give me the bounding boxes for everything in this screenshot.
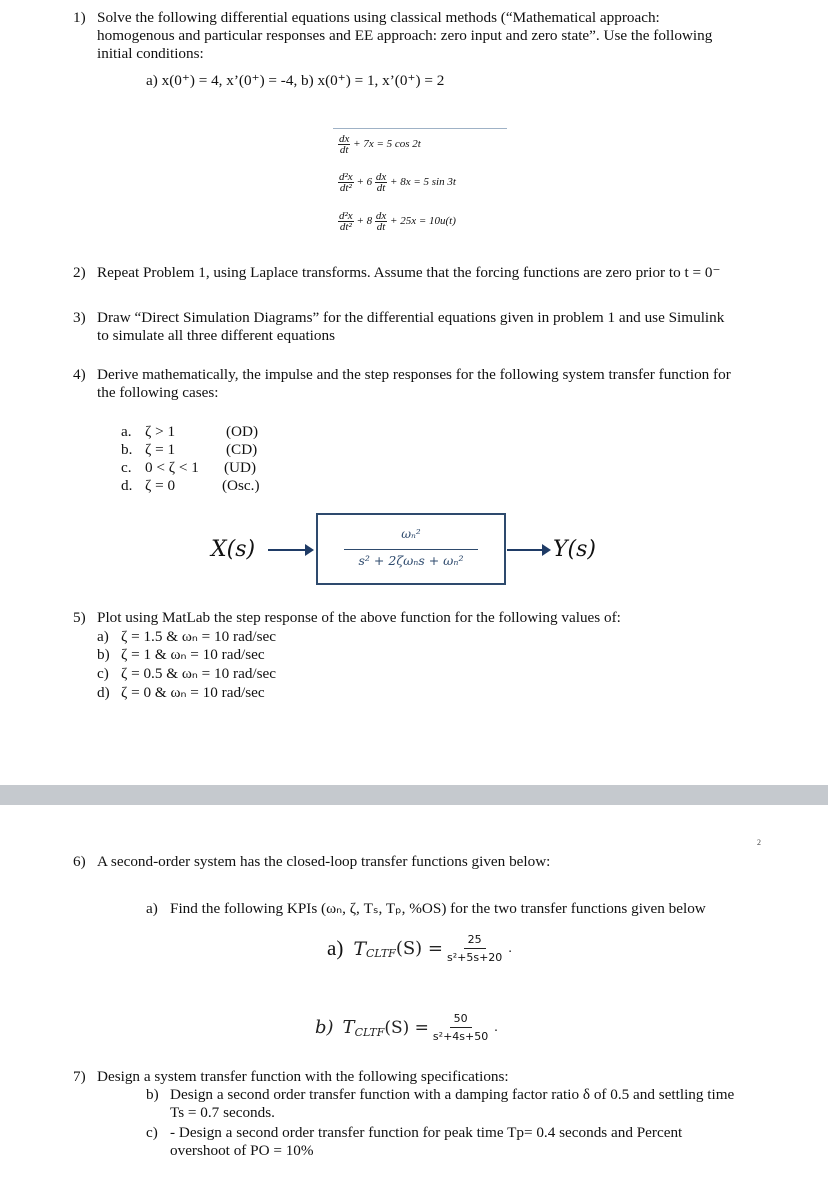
transfer-function-b: b) T CLTF (S) = 50 s²+4s+50 . [315, 1012, 498, 1043]
q6-sub-text: Find the following KPIs (ωₙ, ζ, Tₛ, Tₚ, … [170, 900, 706, 917]
tf-b-numerator: 50 [449, 1012, 472, 1028]
case-condition: ζ = 0 [145, 477, 176, 494]
tf-a-period: . [508, 940, 512, 956]
tf-a-subscript: CLTF [366, 947, 396, 960]
q3-line-2: to simulate all three different equation… [97, 327, 336, 344]
q7-item-label: c) [146, 1124, 158, 1141]
q6-number: 6) [73, 853, 86, 870]
case-condition: ζ > 1 [145, 423, 176, 440]
tf-a-label: a) [327, 936, 344, 960]
tf-b-label: b) [315, 1017, 334, 1038]
tf-a-denominator: s²+5s+20 [447, 951, 503, 964]
eq1-den: dt [339, 144, 349, 156]
page-number: 2 [757, 838, 761, 847]
q6-text: A second-order system has the closed-loo… [97, 853, 551, 870]
q5-item-label: c) [97, 665, 109, 682]
input-label: X(s) [211, 537, 256, 562]
q5-item-text: ζ = 1.5 & ωₙ = 10 rad/sec [121, 628, 277, 645]
q4-line-2: the following cases: [97, 384, 219, 401]
q4-line-1: Derive mathematically, the impulse and t… [97, 366, 731, 383]
q7-text: Design a system transfer function with t… [97, 1068, 509, 1085]
q5-item-label: a) [97, 628, 109, 645]
eq3-rest: + 25x = 10u(t) [390, 215, 456, 228]
q7-item-line-1: - Design a second order transfer functio… [170, 1124, 683, 1141]
equation-1: dx dt + 7x = 5 cos 2t [338, 134, 421, 156]
tf-b-denominator: s²+4s+50 [432, 1030, 489, 1043]
q7-item-line-2: Ts = 0.7 seconds. [170, 1104, 275, 1121]
case-type: (Osc.) [222, 477, 260, 494]
case-condition: 0 < ζ < 1 [145, 459, 199, 476]
q7-number: 7) [73, 1068, 86, 1085]
page-break-divider [0, 785, 828, 805]
tf-a-name: T [353, 937, 367, 960]
tf-a-fraction: 25 s²+5s+20 [447, 933, 502, 964]
q5-item-text: ζ = 0 & ωₙ = 10 rad/sec [121, 684, 265, 701]
q1-line-3: initial conditions: [97, 45, 204, 62]
output-arrow-icon [507, 544, 551, 556]
tf-a-numerator: 25 [463, 933, 486, 949]
q5-number: 5) [73, 609, 86, 626]
q3-number: 3) [73, 309, 86, 326]
q5-item-text: ζ = 1 & ωₙ = 10 rad/sec [121, 646, 265, 663]
tf-a-arg: (S) = [395, 938, 443, 959]
tf-b-period: . [494, 1019, 498, 1035]
eq2-mid-den: dt [376, 182, 386, 194]
eq3-mid: + 8 [356, 215, 373, 228]
q5-text: Plot using MatLab the step response of t… [97, 609, 621, 626]
case-label: c. [121, 459, 132, 476]
q7-item-line-1: Design a second order transfer function … [170, 1086, 735, 1103]
eq2-mid: + 6 [356, 176, 373, 189]
eq2-rest: + 8x = 5 sin 3t [390, 176, 456, 189]
equation-2: d²x dt² + 6 dx dt + 8x = 5 sin 3t [338, 172, 456, 194]
q1-line-2: homogenous and particular responses and … [97, 27, 713, 44]
q7-item-line-2: overshoot of PO = 10% [170, 1142, 314, 1159]
q2-number: 2) [73, 264, 86, 281]
tf-b-subscript: CLTF [354, 1026, 385, 1039]
q5-item-label: d) [97, 684, 110, 701]
equation-3: d²x dt² + 8 dx dt + 25x = 10u(t) [338, 211, 456, 233]
case-label: b. [121, 441, 133, 458]
case-type: (CD) [226, 441, 258, 458]
tf-b-arg: (S) = [384, 1017, 429, 1038]
q3-line-1: Draw “Direct Simulation Diagrams” for th… [97, 309, 725, 326]
eq3-den: dt² [339, 221, 352, 233]
case-type: (OD) [226, 423, 259, 440]
case-type: (UD) [224, 459, 257, 476]
eq3-mid-den: dt [376, 221, 386, 233]
tf-b-fraction: 50 s²+4s+50 [433, 1012, 488, 1043]
eq2-den: dt² [339, 182, 352, 194]
transfer-function-block: ωₙ² s² + 2ζωₙs + ωₙ² [316, 513, 506, 585]
tf-fraction-bar [344, 549, 478, 550]
q4-number: 4) [73, 366, 86, 383]
q2-text: Repeat Problem 1, using Laplace transfor… [97, 264, 721, 281]
case-label: d. [121, 477, 133, 494]
q6-sub-label: a) [146, 900, 158, 917]
q5-item-label: b) [97, 646, 110, 663]
eq1-rest: + 7x = 5 cos 2t [353, 138, 421, 151]
tf-denominator: s² + 2ζωₙs + ωₙ² [358, 553, 464, 568]
input-arrow-icon [268, 544, 314, 556]
transfer-function-a: a) T CLTF (S) = 25 s²+5s+20 . [327, 933, 512, 964]
q7-item-label: b) [146, 1086, 159, 1103]
q1-number: 1) [73, 9, 86, 26]
output-label: Y(s) [553, 537, 596, 562]
q1-initial-conditions: a) x(0⁺) = 4, x’(0⁺) = -4, b) x(0⁺) = 1,… [146, 72, 445, 89]
q5-item-text: ζ = 0.5 & ωₙ = 10 rad/sec [121, 665, 277, 682]
case-label: a. [121, 423, 132, 440]
tf-b-name: T [342, 1017, 355, 1038]
tf-numerator: ωₙ² [401, 527, 421, 541]
equation-divider [333, 128, 507, 129]
q1-line-1: Solve the following differential equatio… [97, 9, 660, 26]
case-condition: ζ = 1 [145, 441, 176, 458]
